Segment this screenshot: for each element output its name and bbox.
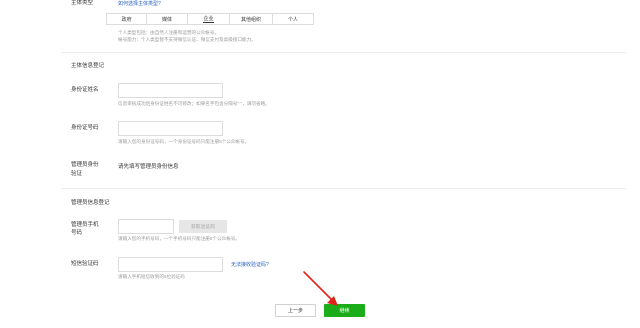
subject-type-option-media[interactable]: 媒体 [147, 14, 188, 24]
admin-phone-label-line2: 号码 [71, 230, 83, 236]
sms-code-input[interactable] [118, 257, 223, 272]
divider [61, 52, 626, 53]
id-number-label: 身份证号码 [71, 125, 99, 131]
admin-verify-label-line1: 管理员身份 [71, 162, 99, 168]
subject-type-selector: 政府 媒体 企业 其他组织 个人 [106, 13, 314, 25]
get-code-button[interactable]: 获取验证码 [179, 220, 227, 233]
id-number-hint: 请输入您的身份证号码，一个身份证号码只能注册5个公众帐号。 [118, 139, 250, 144]
admin-verify-label-line2: 验证 [71, 171, 83, 177]
subject-type-option-enterprise[interactable]: 企业 [188, 14, 230, 24]
admin-phone-input[interactable] [118, 219, 174, 234]
id-name-label: 身份证姓名 [71, 87, 99, 93]
red-arrow-annotation [303, 271, 338, 306]
subject-type-option-other-org[interactable]: 其他组织 [230, 14, 273, 24]
admin-verify-text: 请先填写管理员身份信息 [118, 164, 179, 170]
sms-code-help-link[interactable]: 无法接收验证码? [231, 261, 269, 268]
info-section-title: 主体信息登记 [71, 63, 105, 69]
sms-code-label: 短信验证码 [71, 261, 99, 267]
subject-type-hint-2: 帐号能力：个人类型暂不支持微信认证、微信支付及高级接口能力。 [118, 37, 256, 42]
subject-type-hint-1: 个人类型包括：由自然人注册和运营的公众帐号。 [118, 30, 220, 35]
subject-type-option-government[interactable]: 政府 [107, 14, 147, 24]
id-name-input[interactable] [118, 83, 223, 98]
id-name-hint: 信息审核成功后身份证姓名不可修改；如果名字包含分隔号"·"，请勿省略。 [118, 101, 270, 106]
admin-phone-label-line1: 管理员手机 [71, 222, 99, 228]
id-number-input[interactable] [118, 121, 223, 136]
subject-type-label: 主体类型 [71, 0, 94, 6]
subject-type-option-individual[interactable]: 个人 [273, 14, 313, 24]
subject-type-help-link[interactable]: 如何选择主体类型? [118, 0, 161, 7]
admin-phone-hint: 请输入您的手机号码，一个手机号码只能注册5个公众帐号。 [118, 236, 240, 241]
sms-code-hint: 请输入手机短信收到的6位验证码 [118, 274, 185, 279]
divider [61, 188, 626, 189]
admin-section-title: 管理员信息登记 [71, 200, 110, 206]
